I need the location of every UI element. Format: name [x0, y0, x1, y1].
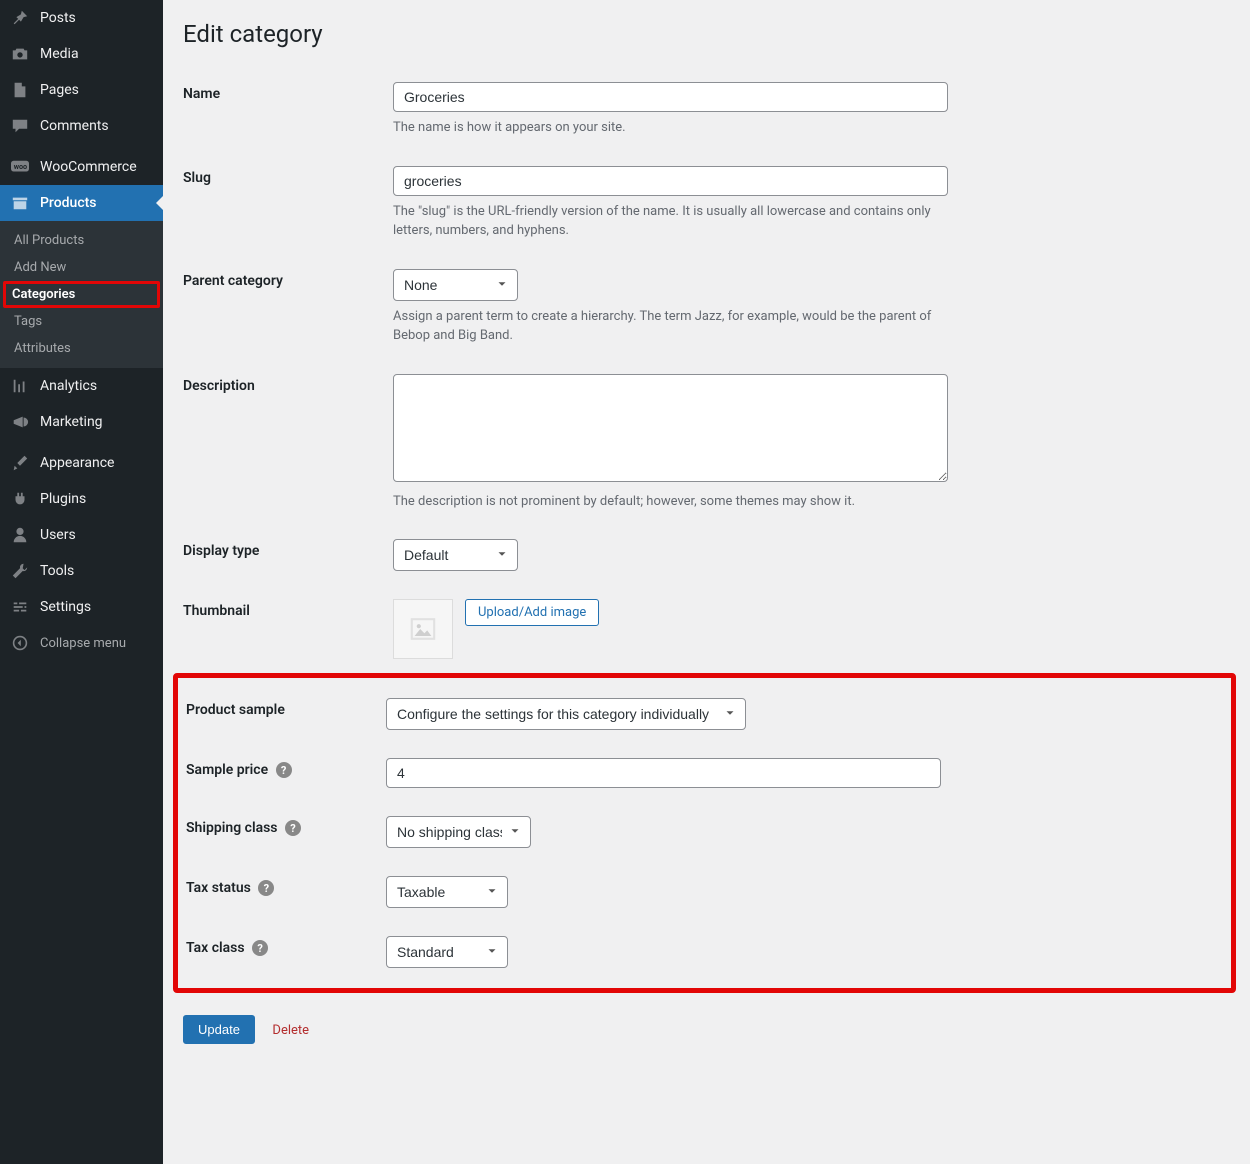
- sidebar-item-label: Pages: [40, 82, 79, 98]
- parent-label: Parent category: [183, 255, 393, 360]
- sidebar-item-products[interactable]: Products: [0, 185, 163, 221]
- sidebar-item-appearance[interactable]: Appearance: [0, 445, 163, 481]
- sidebar-item-tools[interactable]: Tools: [0, 553, 163, 589]
- page-title: Edit category: [183, 20, 1230, 48]
- slug-input[interactable]: [393, 166, 948, 196]
- slug-label: Slug: [183, 152, 393, 255]
- collapse-icon: [10, 633, 30, 653]
- user-icon: [10, 525, 30, 545]
- admin-sidebar: Posts Media Pages Comments woo WooCommer…: [0, 0, 163, 1164]
- sidebar-item-label: Settings: [40, 599, 91, 615]
- plug-icon: [10, 489, 30, 509]
- help-icon[interactable]: ?: [252, 940, 268, 956]
- sidebar-item-label: Appearance: [40, 455, 114, 471]
- tax-status-select[interactable]: Taxable: [386, 876, 508, 908]
- sidebar-item-marketing[interactable]: Marketing: [0, 404, 163, 440]
- collapse-menu[interactable]: Collapse menu: [0, 625, 163, 661]
- main-content: Edit category Name The name is how it ap…: [163, 0, 1250, 1164]
- sidebar-item-comments[interactable]: Comments: [0, 108, 163, 144]
- megaphone-icon: [10, 412, 30, 432]
- pin-icon: [10, 8, 30, 28]
- thumbnail-placeholder: [393, 599, 453, 659]
- sidebar-item-label: Posts: [40, 10, 76, 26]
- page-icon: [10, 80, 30, 100]
- submenu-categories[interactable]: Categories: [3, 281, 160, 308]
- sample-price-label: Sample price ?: [186, 744, 386, 802]
- sidebar-item-woocommerce[interactable]: woo WooCommerce: [0, 149, 163, 185]
- tax-class-label: Tax class ?: [186, 922, 386, 982]
- shipping-class-label: Shipping class ?: [186, 802, 386, 862]
- edit-category-form: Name The name is how it appears on your …: [183, 68, 1230, 673]
- sidebar-item-analytics[interactable]: Analytics: [0, 368, 163, 404]
- description-description: The description is not prominent by defa…: [393, 492, 948, 512]
- parent-select[interactable]: None: [393, 269, 518, 301]
- help-icon[interactable]: ?: [276, 762, 292, 778]
- delete-link[interactable]: Delete: [272, 1023, 309, 1038]
- sidebar-item-pages[interactable]: Pages: [0, 72, 163, 108]
- brush-icon: [10, 453, 30, 473]
- sidebar-item-label: Media: [40, 46, 79, 62]
- shipping-class-select[interactable]: No shipping class: [386, 816, 531, 848]
- submenu-attributes[interactable]: Attributes: [0, 335, 163, 362]
- tax-class-select[interactable]: Standard: [386, 936, 508, 968]
- comment-icon: [10, 116, 30, 136]
- products-submenu: All Products Add New Categories Tags Att…: [0, 221, 163, 368]
- sidebar-item-label: Analytics: [40, 378, 97, 394]
- help-icon[interactable]: ?: [285, 820, 301, 836]
- slug-description: The "slug" is the URL-friendly version o…: [393, 202, 948, 241]
- display-type-select[interactable]: Default: [393, 539, 518, 571]
- woocommerce-icon: woo: [10, 157, 30, 177]
- thumbnail-label: Thumbnail: [183, 585, 393, 673]
- sidebar-item-users[interactable]: Users: [0, 517, 163, 553]
- sidebar-item-label: Comments: [40, 118, 109, 134]
- collapse-label: Collapse menu: [40, 636, 126, 651]
- sidebar-item-label: Plugins: [40, 491, 86, 507]
- submenu-all-products[interactable]: All Products: [0, 227, 163, 254]
- archive-icon: [10, 193, 30, 213]
- camera-icon: [10, 44, 30, 64]
- update-button[interactable]: Update: [183, 1015, 255, 1044]
- sidebar-item-label: Marketing: [40, 414, 103, 430]
- parent-description: Assign a parent term to create a hierarc…: [393, 307, 948, 346]
- sidebar-item-media[interactable]: Media: [0, 36, 163, 72]
- highlighted-settings-box: Product sample Configure the settings fo…: [173, 673, 1236, 993]
- chart-icon: [10, 376, 30, 396]
- product-sample-select[interactable]: Configure the settings for this category…: [386, 698, 746, 730]
- name-label: Name: [183, 68, 393, 152]
- submenu-tags[interactable]: Tags: [0, 308, 163, 335]
- description-textarea[interactable]: [393, 374, 948, 482]
- description-label: Description: [183, 360, 393, 526]
- upload-image-button[interactable]: Upload/Add image: [465, 599, 599, 626]
- image-icon: [409, 615, 437, 643]
- tax-status-label: Tax status ?: [186, 862, 386, 922]
- sidebar-item-posts[interactable]: Posts: [0, 0, 163, 36]
- name-description: The name is how it appears on your site.: [393, 118, 948, 138]
- product-sample-label: Product sample: [186, 684, 386, 744]
- help-icon[interactable]: ?: [258, 880, 274, 896]
- submenu-add-new[interactable]: Add New: [0, 254, 163, 281]
- sidebar-item-label: Users: [40, 527, 76, 543]
- svg-text:woo: woo: [14, 162, 27, 171]
- wrench-icon: [10, 561, 30, 581]
- sidebar-item-plugins[interactable]: Plugins: [0, 481, 163, 517]
- sample-price-input[interactable]: [386, 758, 941, 788]
- sidebar-item-label: Products: [40, 195, 97, 211]
- form-actions: Update Delete: [183, 1015, 1230, 1044]
- display-type-label: Display type: [183, 525, 393, 585]
- name-input[interactable]: [393, 82, 948, 112]
- sidebar-item-settings[interactable]: Settings: [0, 589, 163, 625]
- sliders-icon: [10, 597, 30, 617]
- sidebar-item-label: Tools: [40, 563, 74, 579]
- sidebar-item-label: WooCommerce: [40, 159, 137, 175]
